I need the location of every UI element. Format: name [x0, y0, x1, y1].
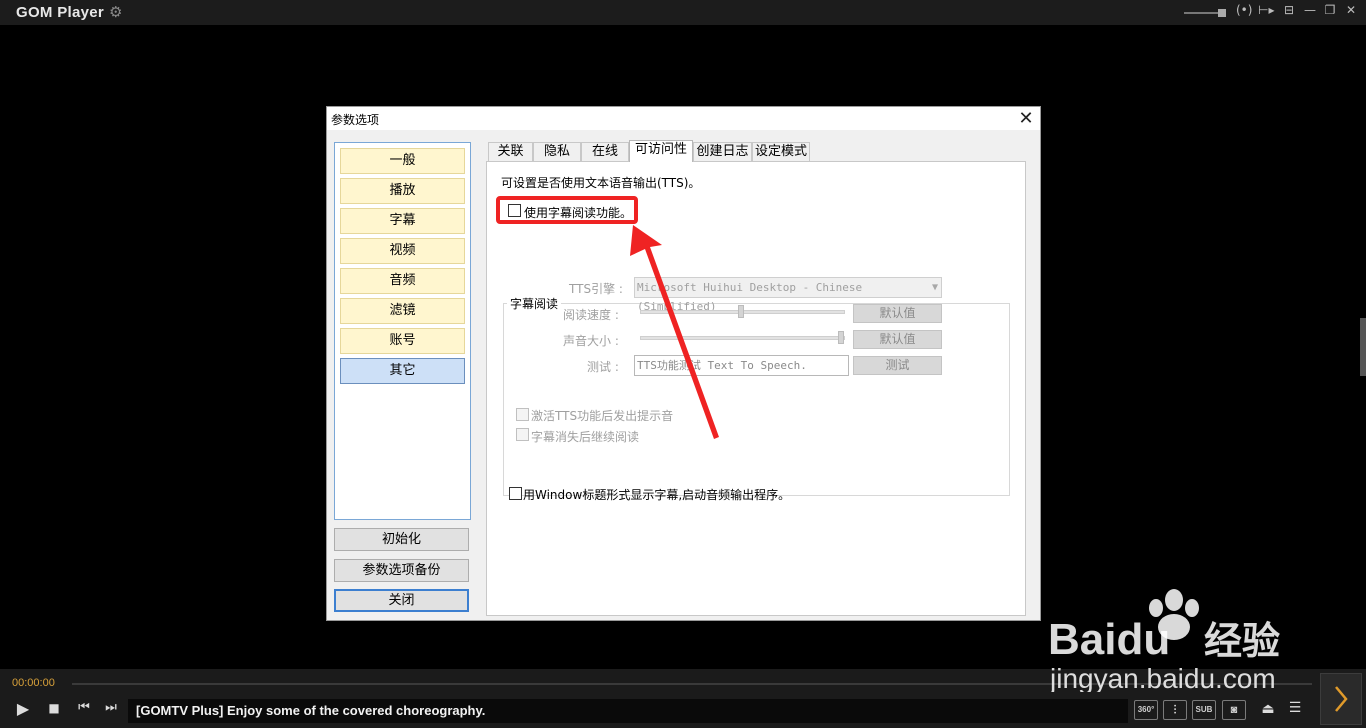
- camera-icon[interactable]: ◙: [1222, 700, 1246, 720]
- chevron-right-icon: [1335, 686, 1348, 712]
- watermark-brand-cn: 经验: [1204, 619, 1280, 663]
- stop-icon[interactable]: ■: [44, 701, 64, 715]
- subtitle-icon[interactable]: SUB: [1192, 700, 1216, 720]
- annotation-arrow-shape: [630, 225, 719, 439]
- vr-360-icon[interactable]: 360°: [1134, 700, 1158, 720]
- news-ticker[interactable]: [GOMTV Plus] Enjoy some of the covered c…: [128, 699, 1128, 723]
- baidu-watermark: Baidu 经验 jingyan.baidu.com: [1048, 589, 1280, 692]
- watermark-brand: Baidu: [1048, 615, 1170, 664]
- menu-icon[interactable]: ☰: [1285, 700, 1305, 716]
- next-icon[interactable]: ⏭: [101, 700, 121, 715]
- eject-icon[interactable]: ⏏: [1258, 701, 1278, 717]
- watermark-url: jingyan.baidu.com: [1049, 663, 1276, 692]
- time-display: 00:00:00: [12, 677, 55, 689]
- previous-icon[interactable]: ⏮: [74, 700, 94, 715]
- equalizer-icon[interactable]: ⫶: [1163, 700, 1187, 720]
- tab-accessibility[interactable]: 可访问性: [629, 140, 693, 162]
- expand-panel-button[interactable]: [1320, 673, 1362, 725]
- play-icon[interactable]: ▶: [13, 699, 33, 718]
